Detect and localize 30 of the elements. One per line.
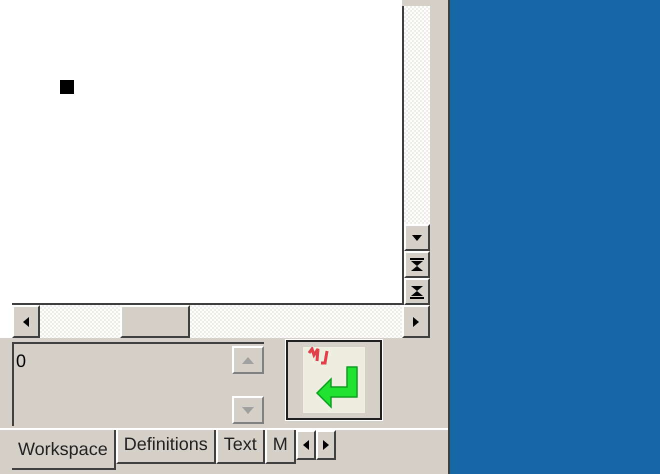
tab[interactable]: Workspace: [12, 430, 116, 470]
execute-button[interactable]: [286, 340, 382, 420]
tab-scroll-right-button[interactable]: [316, 430, 336, 460]
left-arrow-icon: [302, 440, 309, 450]
horizontal-scrollbar[interactable]: [12, 305, 430, 338]
vertical-scrollbar[interactable]: [402, 6, 430, 305]
down-arrow-icon: [242, 406, 254, 414]
right-arrow-icon: [413, 316, 419, 326]
hourglass-icon: [410, 258, 424, 272]
scroll-right-button[interactable]: [402, 305, 430, 338]
hourglass-icon: [410, 284, 424, 298]
down-arrow-icon: [412, 234, 422, 240]
point-icon: [60, 80, 74, 94]
spin-up-button[interactable]: [232, 346, 264, 374]
left-arrow-icon: [23, 316, 29, 326]
tab-scroll-left-button[interactable]: [296, 430, 316, 460]
up-arrow-icon: [242, 356, 254, 364]
input-value: 0: [15, 350, 28, 370]
tab[interactable]: M: [264, 430, 296, 464]
scroll-left-button[interactable]: [12, 305, 40, 338]
right-arrow-icon: [322, 440, 329, 450]
scroll-thumb[interactable]: [120, 305, 190, 338]
scroll-down-button[interactable]: [404, 224, 430, 251]
tab[interactable]: Text: [216, 430, 265, 464]
mj-enter-icon: [303, 347, 365, 413]
page-down-button[interactable]: [404, 278, 430, 305]
tab[interactable]: Definitions: [116, 430, 216, 464]
spin-down-button[interactable]: [232, 396, 264, 424]
input-field[interactable]: 0: [12, 342, 264, 426]
page-up-button[interactable]: [404, 251, 430, 278]
